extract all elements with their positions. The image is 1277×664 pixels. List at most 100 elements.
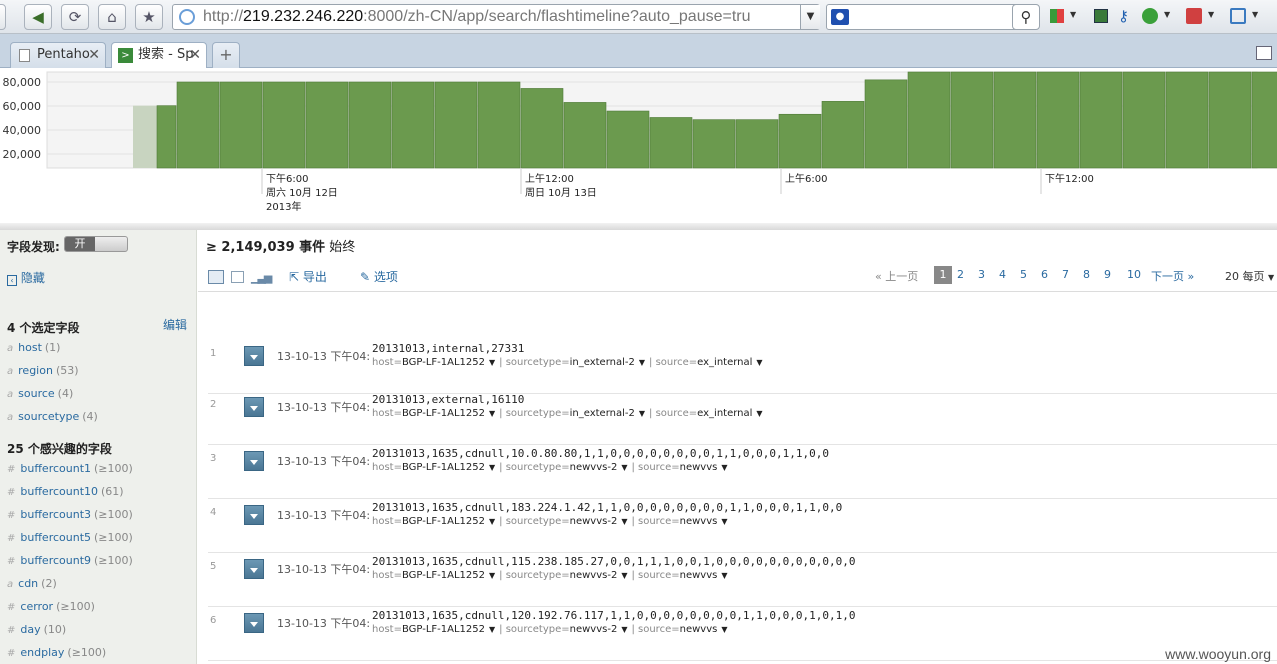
chevron-down-icon[interactable]: ▼ bbox=[639, 409, 645, 418]
source-value[interactable]: ex_internal bbox=[697, 357, 752, 368]
next-page-link[interactable]: 下一页 » bbox=[1151, 268, 1194, 284]
field-item[interactable]: a source (4) bbox=[7, 387, 73, 400]
source-value[interactable]: newvvs bbox=[680, 570, 718, 581]
field-item[interactable]: # buffercount5 (≥100) bbox=[7, 531, 133, 544]
chevron-down-icon[interactable]: ▼ bbox=[489, 571, 495, 580]
prev-page-link[interactable]: « 上一页 bbox=[875, 268, 918, 284]
chevron-down-icon[interactable]: ▼ bbox=[489, 625, 495, 634]
splitter[interactable] bbox=[0, 223, 1277, 230]
chevron-down-icon[interactable]: ▼ bbox=[756, 409, 762, 418]
menu-button[interactable] bbox=[0, 4, 6, 30]
event-actions-button[interactable] bbox=[244, 505, 264, 525]
page-link[interactable]: 1 bbox=[934, 266, 952, 284]
table-view-icon[interactable] bbox=[231, 271, 244, 283]
chevron-down-icon[interactable]: ▼ bbox=[489, 358, 495, 367]
address-bar[interactable]: http://219.232.246.220:8000/zh-CN/app/se… bbox=[172, 4, 820, 30]
field-item[interactable]: a region (53) bbox=[7, 364, 79, 377]
close-icon[interactable]: ✕ bbox=[88, 43, 100, 67]
tab-search[interactable]: > 搜索 - Sp ✕ bbox=[111, 42, 207, 68]
field-item[interactable]: a host (1) bbox=[7, 341, 60, 354]
sourcetype-value[interactable]: newvvs-2 bbox=[570, 516, 618, 527]
source-value[interactable]: newvvs bbox=[680, 516, 718, 527]
refresh-button[interactable]: ⟳ bbox=[61, 4, 89, 30]
key-icon[interactable]: ⚷ bbox=[1118, 7, 1129, 25]
page-link[interactable]: 4 bbox=[999, 268, 1006, 281]
host-value[interactable]: BGP-LF-1AL1252 bbox=[402, 516, 485, 527]
apps-icon[interactable] bbox=[1050, 9, 1064, 23]
chart-view-icon[interactable]: ▁▃▅ bbox=[251, 271, 272, 284]
hide-sidebar-link[interactable]: ‹ 隐藏 bbox=[7, 269, 45, 286]
page-link[interactable]: 3 bbox=[978, 268, 985, 281]
host-value[interactable]: BGP-LF-1AL1252 bbox=[402, 357, 485, 368]
event-actions-button[interactable] bbox=[244, 559, 264, 579]
chevron-down-icon[interactable]: ▼ bbox=[621, 625, 627, 634]
event-actions-button[interactable] bbox=[244, 613, 264, 633]
sourcetype-value[interactable]: newvvs-2 bbox=[570, 462, 618, 473]
field-item[interactable]: # buffercount3 (≥100) bbox=[7, 508, 133, 521]
page-link[interactable]: 2 bbox=[957, 268, 964, 281]
page-link[interactable]: 8 bbox=[1083, 268, 1090, 281]
field-item[interactable]: # buffercount1 (≥100) bbox=[7, 462, 133, 475]
chevron-down-icon[interactable]: ▼ bbox=[721, 571, 727, 580]
new-tab-button[interactable]: + bbox=[212, 42, 240, 68]
tools-icon[interactable] bbox=[1230, 8, 1246, 24]
list-view-icon[interactable] bbox=[208, 270, 224, 284]
shield-icon[interactable] bbox=[1142, 8, 1158, 24]
sourcetype-value[interactable]: newvvs-2 bbox=[570, 570, 618, 581]
host-value[interactable]: BGP-LF-1AL1252 bbox=[402, 408, 485, 419]
source-value[interactable]: newvvs bbox=[680, 624, 718, 635]
field-item[interactable]: a sourcetype (4) bbox=[7, 410, 98, 423]
tab-pentaho[interactable]: Pentaho ✕ bbox=[10, 42, 106, 68]
source-value[interactable]: newvvs bbox=[680, 462, 718, 473]
home-button[interactable]: ⌂ bbox=[98, 4, 126, 30]
options-link[interactable]: ✎ 选项 bbox=[360, 268, 398, 285]
back-button[interactable]: ◀ bbox=[24, 4, 52, 30]
chevron-down-icon[interactable]: ▼ bbox=[721, 463, 727, 472]
export-link[interactable]: ⇱ 导出 bbox=[289, 268, 327, 285]
chevron-down-icon[interactable]: ▼ bbox=[489, 409, 495, 418]
event-actions-button[interactable] bbox=[244, 346, 264, 366]
chevron-down-icon[interactable]: ▼ bbox=[721, 517, 727, 526]
per-page-select[interactable]: 20 每页 ▼ bbox=[1225, 268, 1274, 284]
event-actions-button[interactable] bbox=[244, 397, 264, 417]
edit-fields-link[interactable]: 编辑 bbox=[163, 316, 187, 333]
field-discovery-toggle[interactable]: 开 bbox=[64, 236, 128, 252]
chevron-down-icon[interactable]: ▼ bbox=[721, 625, 727, 634]
search-button[interactable]: ⚲ bbox=[1012, 4, 1040, 30]
field-item[interactable]: # buffercount10 (61) bbox=[7, 485, 124, 498]
sourcetype-value[interactable]: in_external-2 bbox=[570, 408, 635, 419]
event-actions-button[interactable] bbox=[244, 451, 264, 471]
chevron-down-icon[interactable]: ▼ bbox=[489, 517, 495, 526]
page-link[interactable]: 5 bbox=[1020, 268, 1027, 281]
histogram-bar bbox=[262, 81, 306, 169]
field-item[interactable]: # cerror (≥100) bbox=[7, 600, 95, 613]
page-link[interactable]: 10 bbox=[1125, 268, 1143, 281]
field-item[interactable]: # day (10) bbox=[7, 623, 66, 636]
host-value[interactable]: BGP-LF-1AL1252 bbox=[402, 624, 485, 635]
tab-grid-icon[interactable] bbox=[1256, 46, 1272, 60]
search-engine-icon[interactable]: ● bbox=[831, 9, 849, 25]
chevron-down-icon[interactable]: ▼ bbox=[639, 358, 645, 367]
sourcetype-value[interactable]: in_external-2 bbox=[570, 357, 635, 368]
page-link[interactable]: 9 bbox=[1104, 268, 1111, 281]
chevron-down-icon[interactable]: ▼ bbox=[621, 463, 627, 472]
page-link[interactable]: 7 bbox=[1062, 268, 1069, 281]
translate-icon[interactable] bbox=[1186, 8, 1202, 24]
search-input[interactable]: ● bbox=[826, 4, 1038, 30]
chevron-down-icon[interactable]: ▼ bbox=[756, 358, 762, 367]
host-value[interactable]: BGP-LF-1AL1252 bbox=[402, 462, 485, 473]
field-item[interactable]: # endplay (≥100) bbox=[7, 646, 106, 659]
chevron-down-icon[interactable]: ▼ bbox=[489, 463, 495, 472]
chevron-down-icon[interactable]: ▼ bbox=[621, 571, 627, 580]
host-value[interactable]: BGP-LF-1AL1252 bbox=[402, 570, 485, 581]
favorite-button[interactable]: ★ bbox=[135, 4, 163, 30]
close-icon[interactable]: ✕ bbox=[189, 43, 201, 67]
address-dropdown-button[interactable]: ▼ bbox=[800, 5, 820, 29]
source-value[interactable]: ex_internal bbox=[697, 408, 752, 419]
field-item[interactable]: # buffercount9 (≥100) bbox=[7, 554, 133, 567]
sourcetype-value[interactable]: newvvs-2 bbox=[570, 624, 618, 635]
chevron-down-icon[interactable]: ▼ bbox=[621, 517, 627, 526]
page-link[interactable]: 6 bbox=[1041, 268, 1048, 281]
field-item[interactable]: a cdn (2) bbox=[7, 577, 57, 590]
film-icon[interactable] bbox=[1094, 9, 1108, 23]
